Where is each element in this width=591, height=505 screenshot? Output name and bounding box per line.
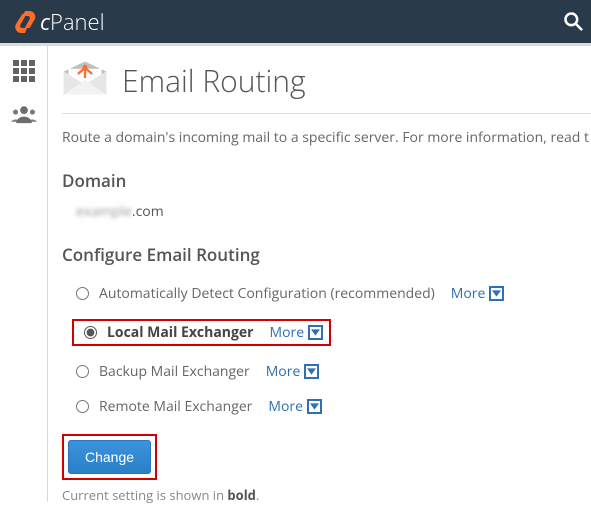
more-toggle-auto[interactable]: More bbox=[451, 284, 505, 303]
more-toggle-local[interactable]: More bbox=[270, 323, 324, 342]
footnote-prefix: Current setting is shown in bbox=[62, 486, 227, 504]
domain-suffix: .com bbox=[132, 202, 164, 221]
footnote-bold: bold bbox=[227, 486, 255, 504]
apps-grid-icon[interactable] bbox=[13, 60, 35, 82]
page-title: Email Routing bbox=[122, 60, 306, 101]
option-auto[interactable]: Automatically Detect Configuration (reco… bbox=[62, 276, 591, 311]
chevron-down-icon bbox=[489, 286, 504, 301]
option-local-highlight: Local Mail Exchanger More bbox=[72, 319, 331, 346]
change-highlight: Change bbox=[62, 434, 157, 480]
chevron-down-icon bbox=[308, 325, 323, 340]
radio-remote[interactable] bbox=[76, 400, 89, 413]
option-label: Local Mail Exchanger bbox=[107, 323, 254, 342]
radio-backup[interactable] bbox=[76, 365, 89, 378]
more-label: More bbox=[266, 362, 301, 381]
radio-auto[interactable] bbox=[76, 287, 89, 300]
users-icon[interactable] bbox=[11, 104, 37, 129]
cpanel-mark-icon bbox=[12, 10, 36, 34]
page-header: Email Routing bbox=[62, 58, 591, 113]
routing-heading: Configure Email Routing bbox=[62, 243, 591, 266]
change-button[interactable]: Change bbox=[68, 440, 151, 474]
more-label: More bbox=[270, 323, 305, 342]
brand-logo[interactable]: cPanel bbox=[12, 7, 105, 37]
option-label: Remote Mail Exchanger bbox=[99, 397, 252, 416]
option-label: Automatically Detect Configuration (reco… bbox=[99, 284, 435, 303]
more-toggle-remote[interactable]: More bbox=[268, 397, 322, 416]
routing-options: Automatically Detect Configuration (reco… bbox=[62, 276, 591, 424]
domain-blurred: example bbox=[76, 202, 132, 221]
divider bbox=[62, 113, 591, 114]
email-routing-icon bbox=[62, 58, 108, 103]
domain-value: example.com bbox=[76, 202, 591, 221]
footnote: Current setting is shown in bold. bbox=[62, 486, 591, 504]
radio-local[interactable] bbox=[84, 326, 97, 339]
option-remote[interactable]: Remote Mail Exchanger More bbox=[62, 389, 591, 424]
topbar: cPanel bbox=[0, 0, 591, 46]
footnote-suffix: . bbox=[256, 486, 259, 504]
more-label: More bbox=[451, 284, 486, 303]
more-toggle-backup[interactable]: More bbox=[266, 362, 320, 381]
option-backup[interactable]: Backup Mail Exchanger More bbox=[62, 354, 591, 389]
sidebar bbox=[0, 46, 48, 502]
domain-heading: Domain bbox=[62, 169, 591, 192]
chevron-down-icon bbox=[307, 399, 322, 414]
intro-text: Route a domain's incoming mail to a spec… bbox=[62, 128, 591, 147]
option-local-row: Local Mail Exchanger More bbox=[62, 311, 591, 354]
main-content: Email Routing Route a domain's incoming … bbox=[48, 46, 591, 502]
more-label: More bbox=[268, 397, 303, 416]
brand-name: cPanel bbox=[40, 7, 105, 37]
option-label: Backup Mail Exchanger bbox=[99, 362, 250, 381]
search-icon[interactable] bbox=[563, 10, 583, 37]
chevron-down-icon bbox=[304, 364, 319, 379]
